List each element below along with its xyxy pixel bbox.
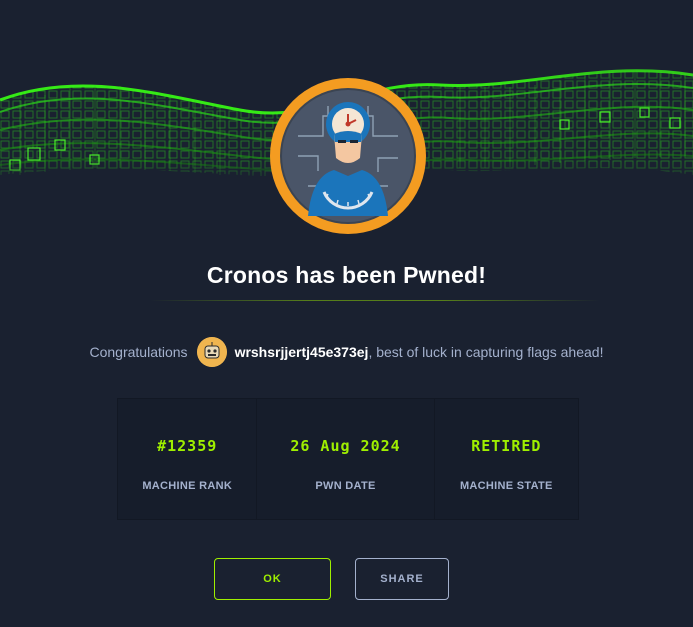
congrats-prefix: Congratulations xyxy=(89,344,188,360)
machine-avatar xyxy=(268,76,428,236)
machine-rank-label: MACHINE RANK xyxy=(142,480,233,492)
user-avatar-icon xyxy=(196,337,227,367)
stat-pwn-date: 26 Aug 2024 PWN DATE xyxy=(257,399,435,519)
username: wrshsrjjertj45e373ej xyxy=(234,344,369,360)
congrats-suffix: , best of luck in capturing flags ahead! xyxy=(368,344,604,360)
cronos-machine-icon xyxy=(270,78,426,234)
congratulations-message: Congratulations wrshsrjjertj45e373ej , b… xyxy=(0,337,693,367)
ok-button[interactable]: OK xyxy=(214,558,331,600)
machine-state-label: MACHINE STATE xyxy=(459,480,553,492)
stat-machine-state: RETIRED MACHINE STATE xyxy=(435,399,578,519)
machine-state-value: RETIRED xyxy=(471,437,542,455)
pwned-title: Cronos has been Pwned! xyxy=(206,262,487,288)
share-button[interactable]: SHARE xyxy=(355,558,449,600)
title-divider xyxy=(150,300,600,301)
stat-machine-rank: #12359 MACHINE RANK xyxy=(118,399,258,519)
pwn-stats-panel: #12359 MACHINE RANK 26 Aug 2024 PWN DATE… xyxy=(117,398,579,520)
machine-rank-value: #12359 xyxy=(157,437,218,455)
pwn-date-value: 26 Aug 2024 xyxy=(290,437,401,455)
pwn-date-label: PWN DATE xyxy=(315,480,376,492)
